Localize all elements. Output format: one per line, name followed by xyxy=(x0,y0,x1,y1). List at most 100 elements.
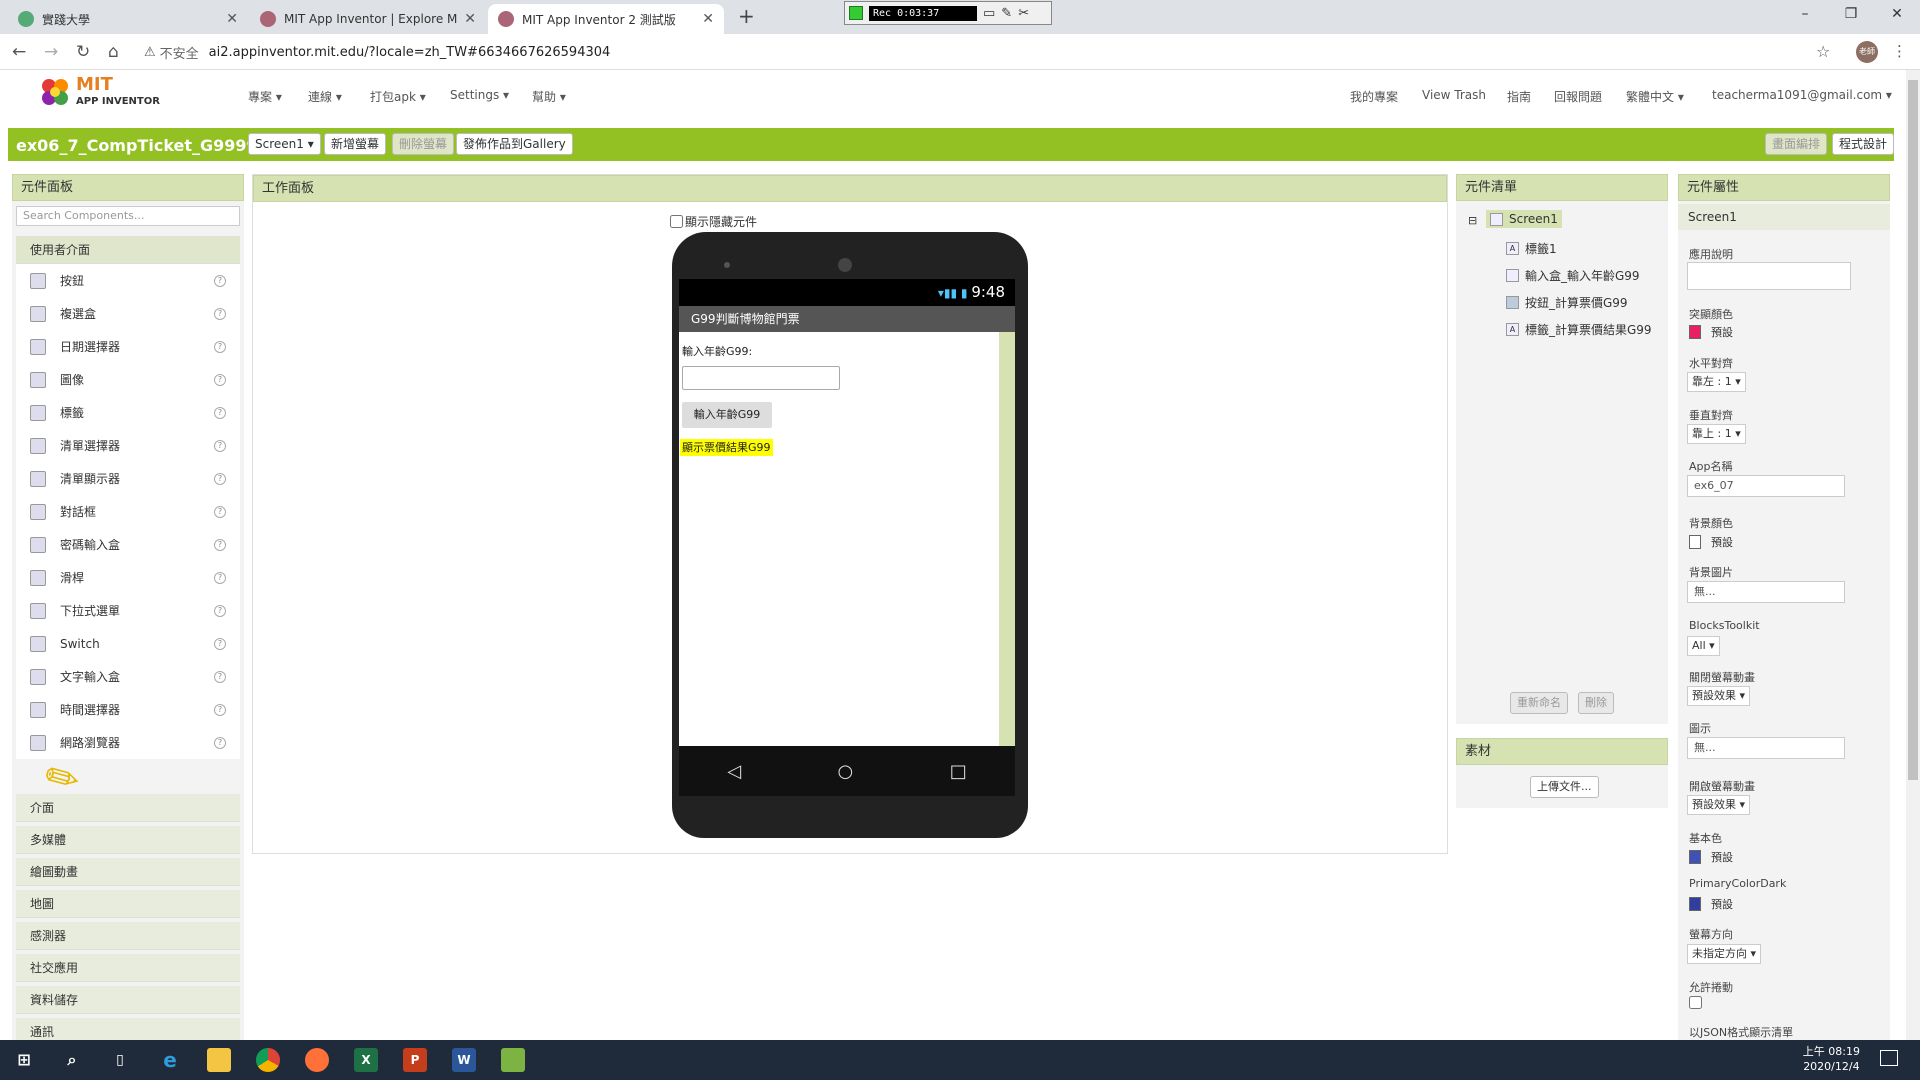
blocks-toolkit-dropdown[interactable]: All ▾ xyxy=(1687,636,1720,656)
bgimage-picker[interactable]: 無... xyxy=(1687,581,1845,603)
palette-item[interactable]: 按鈕? xyxy=(16,264,240,297)
mit-logo[interactable]: MIT APP INVENTOR xyxy=(38,75,160,109)
tree-screen1[interactable]: Screen1 xyxy=(1486,210,1562,228)
bgcolor-picker[interactable]: 預設 xyxy=(1689,534,1733,550)
primary-dark-picker[interactable]: 預設 xyxy=(1689,896,1733,912)
primary-color-picker[interactable]: 預設 xyxy=(1689,849,1733,865)
url-field[interactable]: ⚠ 不安全 ai2.appinventor.mit.edu/?locale=zh… xyxy=(144,38,1844,66)
excel-icon[interactable]: X xyxy=(354,1048,378,1072)
help-icon[interactable]: ? xyxy=(214,505,226,518)
blocks-button[interactable]: 程式設計 xyxy=(1832,133,1894,155)
palette-category[interactable]: 繪圖動畫 xyxy=(16,858,240,886)
notification-icon[interactable] xyxy=(1880,1050,1898,1066)
nav-my-projects[interactable]: 我的專案 xyxy=(1350,88,1398,105)
chrome-icon[interactable] xyxy=(256,1048,280,1072)
word-icon[interactable]: W xyxy=(452,1048,476,1072)
calculate-button-component[interactable]: 輸入年齡G99 xyxy=(682,402,772,428)
menu-build[interactable]: 打包apk ▾ xyxy=(370,88,426,105)
system-tray[interactable]: 上午 08:19 2020/12/4 xyxy=(1803,1044,1860,1074)
palette-item[interactable]: 滑桿? xyxy=(16,561,240,594)
language-dropdown[interactable]: 繁體中文 ▾ xyxy=(1626,88,1684,105)
scissors-icon[interactable]: ✂ xyxy=(1018,6,1029,21)
help-icon[interactable]: ? xyxy=(214,571,226,584)
category-user-interface[interactable]: 使用者介面 xyxy=(16,236,240,264)
help-icon[interactable]: ? xyxy=(214,373,226,386)
help-icon[interactable]: ? xyxy=(214,307,226,320)
palette-category[interactable]: 地圖 xyxy=(16,890,240,918)
help-icon[interactable]: ? xyxy=(214,703,226,716)
nav-view-trash[interactable]: View Trash xyxy=(1422,88,1486,102)
record-icon[interactable] xyxy=(849,6,863,20)
help-icon[interactable]: ? xyxy=(214,670,226,683)
palette-item[interactable]: Switch? xyxy=(16,627,240,660)
app-icon[interactable] xyxy=(501,1048,525,1072)
palette-item[interactable]: 文字輸入盒? xyxy=(16,660,240,693)
tree-textbox[interactable]: 輸入盒_輸入年齡G99 xyxy=(1506,267,1640,284)
palette-item[interactable]: 下拉式選單? xyxy=(16,594,240,627)
palette-item[interactable]: 網路瀏覽器? xyxy=(16,726,240,759)
collapse-icon[interactable]: ⊟ xyxy=(1468,214,1477,227)
result-label-component[interactable]: 顯示票價結果G99 xyxy=(680,439,773,456)
appname-input[interactable]: ex6_07 xyxy=(1687,475,1845,497)
help-icon[interactable]: ? xyxy=(214,274,226,287)
orientation-dropdown[interactable]: 未指定方向 ▾ xyxy=(1687,944,1762,964)
tree-result-label[interactable]: A 標籤_計算票價結果G99 xyxy=(1506,321,1652,338)
tree-label1[interactable]: A 標籤1 xyxy=(1506,240,1557,257)
halign-dropdown[interactable]: 靠左 : 1 ▾ xyxy=(1687,372,1746,392)
browser-tab-1[interactable]: 實踐大學 ✕ xyxy=(8,4,248,34)
open-anim-dropdown[interactable]: 預設效果 ▾ xyxy=(1687,795,1751,815)
palette-item[interactable]: 清單選擇器? xyxy=(16,429,240,462)
palette-category[interactable]: 社交應用 xyxy=(16,954,240,982)
edge-icon[interactable]: e xyxy=(158,1048,182,1072)
nav-report-issue[interactable]: 回報問題 xyxy=(1554,88,1602,105)
remove-screen-button[interactable]: 刪除螢幕 xyxy=(392,133,455,155)
help-icon[interactable]: ? xyxy=(214,340,226,353)
menu-settings[interactable]: Settings ▾ xyxy=(450,88,509,102)
close-anim-dropdown[interactable]: 預設效果 ▾ xyxy=(1687,686,1751,706)
bookmark-star-icon[interactable]: ☆ xyxy=(1816,42,1830,61)
upload-file-button[interactable]: 上傳文件... xyxy=(1530,776,1599,798)
account-dropdown[interactable]: teacherma1091@gmail.com ▾ xyxy=(1712,88,1892,102)
maximize-button[interactable]: ❐ xyxy=(1828,0,1874,30)
browser-tab-3-active[interactable]: MIT App Inventor 2 測試版 ✕ xyxy=(488,4,724,34)
palette-category[interactable]: 資料儲存 xyxy=(16,986,240,1014)
palette-item[interactable]: 時間選擇器? xyxy=(16,693,240,726)
add-screen-button[interactable]: 新增螢幕 xyxy=(324,133,387,155)
accent-color-picker[interactable]: 預設 xyxy=(1689,324,1733,340)
profile-avatar[interactable]: 老師 xyxy=(1856,41,1878,63)
note-icon[interactable]: ▭ xyxy=(983,6,995,21)
help-icon[interactable]: ? xyxy=(214,406,226,419)
help-icon[interactable]: ? xyxy=(214,637,226,650)
close-tab-icon[interactable]: ✕ xyxy=(702,11,714,27)
back-icon[interactable]: ← xyxy=(12,42,26,62)
menu-connect[interactable]: 連線 ▾ xyxy=(308,88,342,105)
menu-project[interactable]: 專案 ▾ xyxy=(248,88,282,105)
tree-button[interactable]: 按鈕_計算票價G99 xyxy=(1506,294,1628,311)
warning-icon[interactable]: ⚠ xyxy=(144,45,156,60)
nav-guide[interactable]: 指南 xyxy=(1507,88,1531,105)
screen-select-dropdown[interactable]: Screen1 ▾ xyxy=(248,133,321,155)
about-textarea[interactable] xyxy=(1687,262,1851,290)
page-scrollbar[interactable] xyxy=(1906,70,1920,1040)
palette-category[interactable]: 介面 xyxy=(16,794,240,822)
close-tab-icon[interactable]: ✕ xyxy=(464,11,476,27)
menu-dots-icon[interactable]: ⋮ xyxy=(1892,42,1907,60)
close-tab-icon[interactable]: ✕ xyxy=(226,11,238,27)
palette-item[interactable]: 圖像? xyxy=(16,363,240,396)
file-explorer-icon[interactable] xyxy=(207,1048,231,1072)
url-text[interactable]: ai2.appinventor.mit.edu/?locale=zh_TW#66… xyxy=(209,45,611,60)
new-tab-button[interactable]: + xyxy=(738,4,755,28)
minimize-button[interactable]: – xyxy=(1782,0,1828,30)
help-icon[interactable]: ? xyxy=(214,604,226,617)
browser-tab-2[interactable]: MIT App Inventor | Explore MIT ✕ xyxy=(250,4,486,34)
home-icon[interactable]: ⌂ xyxy=(108,42,119,62)
scrollbar-thumb[interactable] xyxy=(1908,80,1918,780)
forward-icon[interactable]: → xyxy=(44,42,58,62)
palette-item[interactable]: 日期選擇器? xyxy=(16,330,240,363)
palette-item[interactable]: 標籤? xyxy=(16,396,240,429)
firefox-icon[interactable] xyxy=(305,1048,329,1072)
valign-dropdown[interactable]: 靠上 : 1 ▾ xyxy=(1687,424,1746,444)
palette-category[interactable]: 多媒體 xyxy=(16,826,240,854)
pencil-icon[interactable]: ✎ xyxy=(1001,6,1012,21)
show-hidden-checkbox[interactable]: 顯示隱藏元件 xyxy=(670,213,757,230)
